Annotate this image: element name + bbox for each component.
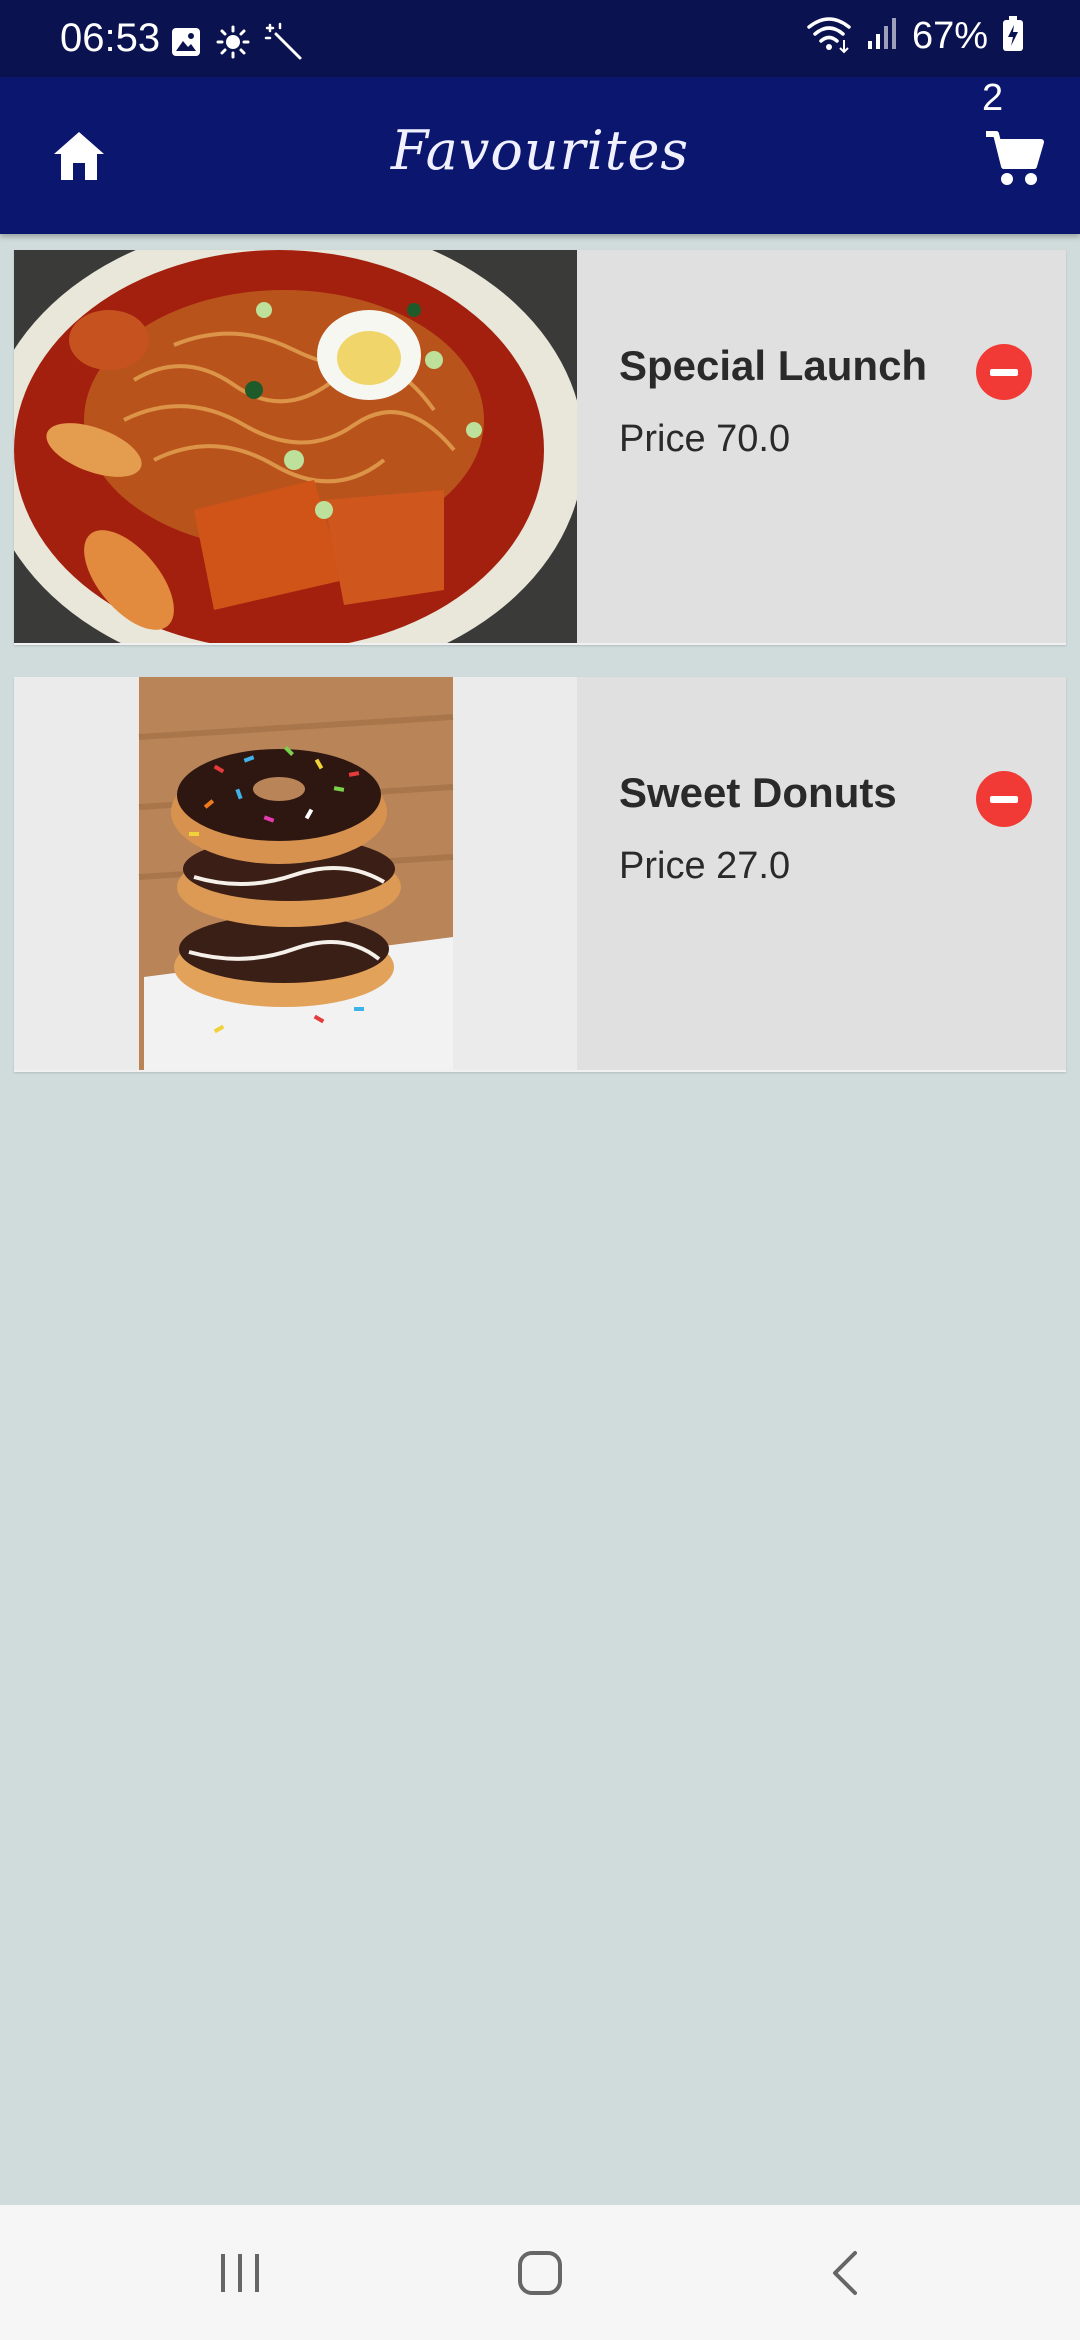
status-time: 06:53 [60, 16, 161, 60]
item-title: Special Launch [619, 342, 928, 389]
recent-apps-button[interactable] [200, 2243, 280, 2303]
status-icons-right: 67% [806, 14, 1024, 59]
tteokbokki-ramen-photo [14, 250, 577, 643]
recent-apps-icon [221, 2254, 259, 2292]
battery-percent: 67% [911, 15, 988, 57]
stacked-donuts-photo [14, 677, 577, 1070]
magic-wand-icon [264, 22, 304, 67]
gallery-icon [170, 26, 202, 63]
item-price: Price 27.0 [619, 845, 791, 887]
shopping-cart-icon [986, 131, 1044, 185]
remove-circle-icon [990, 795, 1018, 803]
back-button[interactable] [805, 2243, 885, 2303]
favourite-item[interactable]: Special Launch Price 70.0 [14, 250, 1066, 645]
cart-button[interactable] [980, 123, 1050, 193]
remove-circle-icon [990, 368, 1018, 376]
page-title: Favourites [390, 119, 690, 182]
cart-count-badge: 2 [982, 77, 1004, 119]
favourites-list: Special Launch Price 70.0 Sweet Donuts P… [14, 250, 1066, 1104]
remove-favourite-button[interactable] [976, 344, 1032, 400]
home-nav-button[interactable] [500, 2243, 580, 2303]
remove-favourite-button[interactable] [976, 771, 1032, 827]
battery-charging-icon [1002, 16, 1024, 57]
status-icons-left [170, 22, 304, 67]
favourite-item[interactable]: Sweet Donuts Price 27.0 [14, 677, 1066, 1072]
back-icon [833, 2251, 857, 2295]
signal-icon [866, 17, 898, 56]
app-bar: Favourites 2 [0, 77, 1080, 234]
item-title: Sweet Donuts [619, 769, 897, 816]
home-button-icon [518, 2251, 562, 2295]
item-price: Price 70.0 [619, 418, 791, 460]
wifi-icon [806, 14, 852, 59]
status-bar: 06:53 67% [0, 0, 1080, 77]
brightness-icon [216, 25, 250, 64]
system-nav-bar [0, 2205, 1080, 2340]
